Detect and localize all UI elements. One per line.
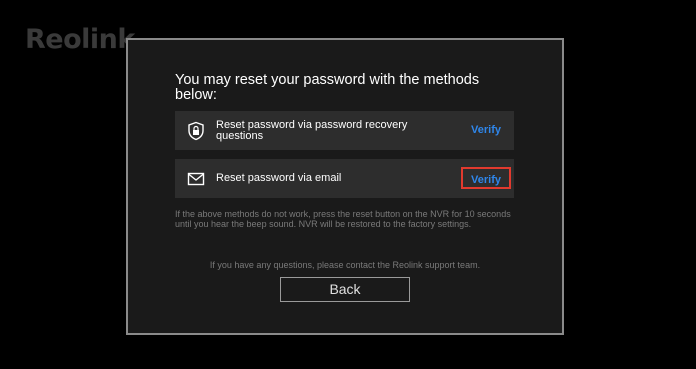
method-label-recovery-questions: Reset password via password recovery que… bbox=[216, 118, 408, 142]
method-email: Reset password via email Verify bbox=[175, 159, 514, 198]
method-recovery-questions: Reset password via password recovery que… bbox=[175, 111, 514, 150]
verify-recovery-questions-button[interactable]: Verify bbox=[471, 124, 501, 136]
factory-reset-note: If the above methods do not work, press … bbox=[175, 209, 511, 229]
method-label-email: Reset password via email bbox=[216, 172, 342, 184]
reset-password-dialog: You may reset your password with the met… bbox=[126, 38, 564, 335]
support-contact-note: If you have any questions, please contac… bbox=[209, 260, 481, 270]
reolink-logo: Reolink bbox=[25, 24, 135, 55]
back-button[interactable]: Back bbox=[280, 277, 410, 302]
lock-icon bbox=[186, 121, 206, 141]
mail-icon bbox=[186, 169, 206, 189]
dialog-title: You may reset your password with the met… bbox=[175, 72, 480, 103]
verify-email-button[interactable]: Verify bbox=[461, 167, 511, 189]
